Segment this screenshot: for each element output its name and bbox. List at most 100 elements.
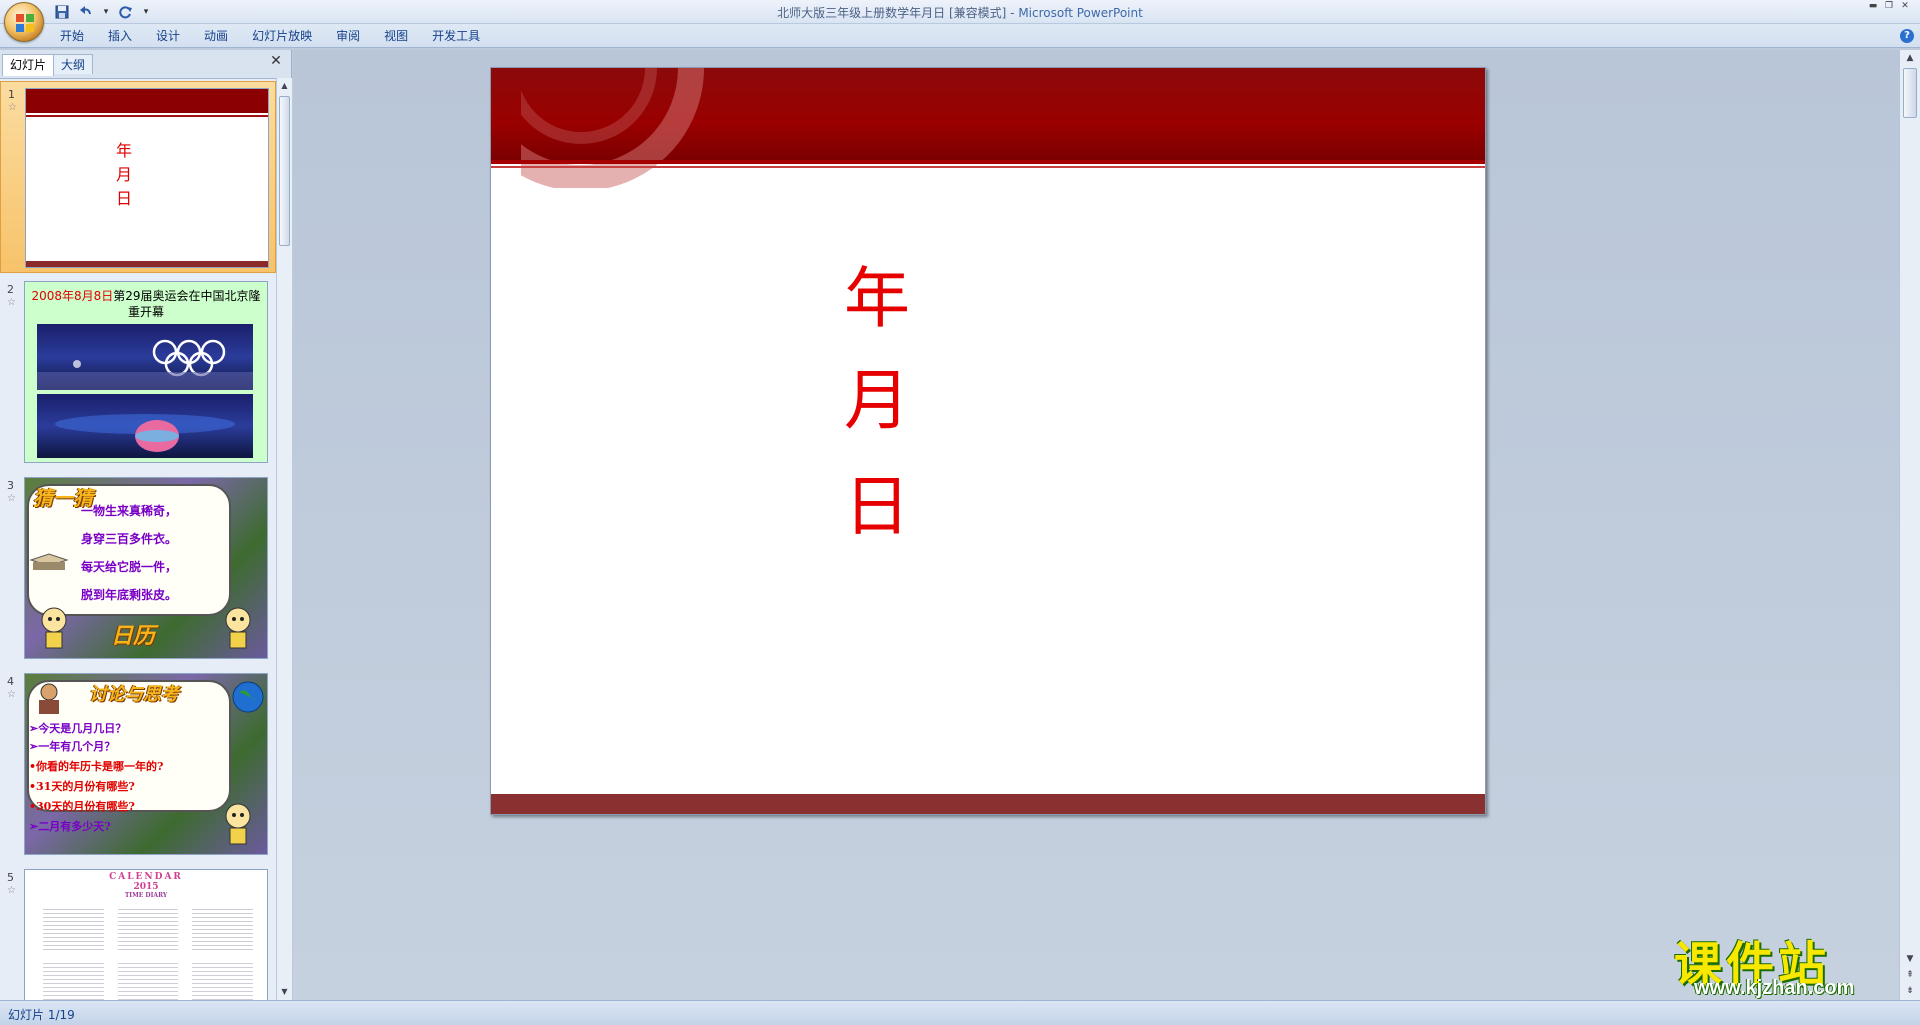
close-icon[interactable]: ✕ xyxy=(1898,0,1912,12)
tab-view[interactable]: 视图 xyxy=(372,24,420,48)
cartoon-character-icon xyxy=(225,607,251,649)
thumbnail-slide-3[interactable]: 猜一猜 一物生来真稀奇， 身穿三百多件衣。 每天给它脱一件， 脱到年底剩张皮。 … xyxy=(24,477,268,659)
thumbnail-row-2[interactable]: 2 ☆ 2008年8月8日第29届奥运会在中国北京隆重开幕 xyxy=(0,279,276,469)
thumbnail-footer-band xyxy=(26,261,268,267)
tab-insert[interactable]: 插入 xyxy=(96,24,144,48)
scroll-thumb[interactable] xyxy=(279,96,290,246)
question-line: •30天的月份有哪些? xyxy=(29,800,135,813)
scroll-up-icon[interactable]: ▲ xyxy=(278,79,291,93)
window-title-doc: 北师大版三年级上册数学年月日 [兼容模式] - xyxy=(777,6,1015,20)
slide-editing-area: 年 月 日 xyxy=(293,50,1899,1000)
thumbnail-number: 5 xyxy=(7,871,14,884)
watermark-url: www.kjzhan.com xyxy=(1694,977,1855,999)
ribbon-tabs: 开始 插入 设计 动画 幻灯片放映 审阅 视图 开发工具 xyxy=(48,24,492,48)
calendar-year: 2015 xyxy=(133,882,159,892)
transition-star-icon: ☆ xyxy=(7,297,16,308)
thumbnail-title-char: 日 xyxy=(115,189,132,208)
thumbnail-slide-2-title: 2008年8月8日第29届奥运会在中国北京隆重开幕 xyxy=(31,288,261,320)
globe-stage-icon xyxy=(55,414,235,452)
tab-slides[interactable]: 幻灯片 xyxy=(2,54,55,76)
calendar-title: CALENDAR xyxy=(109,872,183,882)
minimize-icon[interactable]: ▬ xyxy=(1866,0,1880,12)
wordart-calendar: 日历 xyxy=(111,623,156,649)
question-line: ➢二月有多少天? xyxy=(29,820,111,833)
calendar-month xyxy=(43,906,104,950)
thumbnail-number: 4 xyxy=(7,675,14,688)
thumbnails-scrollbar[interactable]: ▲ ▼ xyxy=(276,78,292,1000)
title-text: 第29届奥运会在中国北京隆重开幕 xyxy=(113,289,261,319)
window-title: 北师大版三年级上册数学年月日 [兼容模式] - Microsoft PowerP… xyxy=(0,4,1920,21)
thumbnail-row-5[interactable]: 5 ☆ CALENDAR 2015 TIME DIARY xyxy=(0,867,276,1000)
calendar-month xyxy=(192,960,253,1000)
calendar-subtitle: TIME DIARY xyxy=(124,892,168,899)
calendar-grid xyxy=(43,906,253,1000)
thumbnail-number: 3 xyxy=(7,479,14,492)
transition-star-icon: ☆ xyxy=(8,102,17,113)
panel-tabs: 幻灯片 大纲 xyxy=(2,54,94,76)
calendar-month xyxy=(43,960,104,1000)
slide-scrollbar[interactable]: ▲ ▼ ⇞ ⇟ xyxy=(1899,50,1920,1000)
tab-slideshow[interactable]: 幻灯片放映 xyxy=(240,24,324,48)
olympic-rings-image xyxy=(37,324,253,390)
thumbnail-row-4[interactable]: 4 ☆ 讨论与思考 ➢今天是几月几日？ ➢一年有几个月？ •你看的年历卡是哪一年… xyxy=(0,671,276,861)
thumbnail-slide-2[interactable]: 2008年8月8日第29届奥运会在中国北京隆重开幕 xyxy=(24,281,268,463)
restore-icon[interactable]: ❐ xyxy=(1882,0,1896,12)
opening-ceremony-image xyxy=(37,394,253,458)
riddle-line: 身穿三百多件衣。 xyxy=(81,532,178,546)
thumbnail-slide-1[interactable]: 年 月 日 xyxy=(25,88,269,268)
question-line: ➢一年有几个月？ xyxy=(29,740,116,753)
slide-thumbnails: 1 ☆ 年 月 日 2 ☆ 2008年8月8日第29届奥运会在中国北京隆重开幕 xyxy=(0,78,276,1000)
thumbnail-number: 1 xyxy=(8,88,15,101)
thumbnail-header-line xyxy=(26,115,268,117)
ribbon: 开始 插入 设计 动画 幻灯片放映 审阅 视图 开发工具 ? xyxy=(0,24,1920,48)
globe-icon xyxy=(232,681,264,713)
tab-design[interactable]: 设计 xyxy=(144,24,192,48)
calendar-month xyxy=(192,906,253,950)
question-line: •你看的年历卡是哪一年的? xyxy=(29,760,164,773)
thumbnail-title-char: 月 xyxy=(115,165,132,184)
transition-star-icon: ☆ xyxy=(7,689,16,700)
scroll-thumb[interactable] xyxy=(1903,68,1917,118)
title-date: 2008年8月8日 xyxy=(31,289,114,303)
scroll-up-icon[interactable]: ▲ xyxy=(1903,51,1917,65)
slide-header-line xyxy=(491,166,1485,168)
tab-review[interactable]: 审阅 xyxy=(324,24,372,48)
slide-indicator: 幻灯片 1/19 xyxy=(8,1008,75,1022)
slide-title-char[interactable]: 年 xyxy=(844,266,910,332)
office-logo-icon xyxy=(16,14,34,32)
help-icon[interactable]: ? xyxy=(1900,29,1914,43)
office-button[interactable] xyxy=(4,2,44,42)
slide-header-line xyxy=(491,160,1485,164)
riddle-line: 脱到年底剩张皮。 xyxy=(81,588,178,602)
slide-header-band xyxy=(491,68,1485,188)
calendar-month xyxy=(117,906,179,950)
thumbnail-header-band xyxy=(26,89,268,113)
title-bar: ▾ ▾ 北师大版三年级上册数学年月日 [兼容模式] - Microsoft Po… xyxy=(0,0,1920,24)
thumbnail-slide-4[interactable]: 讨论与思考 ➢今天是几月几日？ ➢一年有几个月？ •你看的年历卡是哪一年的? •… xyxy=(24,673,268,855)
tab-home[interactable]: 开始 xyxy=(48,24,96,48)
transition-star-icon: ☆ xyxy=(7,885,16,896)
book-icon xyxy=(29,553,69,570)
scroll-down-icon[interactable]: ▼ xyxy=(278,985,291,999)
tab-outline[interactable]: 大纲 xyxy=(53,54,94,74)
next-slide-icon[interactable]: ⇟ xyxy=(1903,984,1917,998)
riddle-line: 每天给它脱一件， xyxy=(81,560,178,574)
wordart-discussion: 讨论与思考 xyxy=(89,684,179,705)
thumbnail-row-1[interactable]: 1 ☆ 年 月 日 xyxy=(0,81,276,273)
scroll-down-icon[interactable]: ▼ xyxy=(1903,952,1917,966)
calendar-month xyxy=(117,960,179,1000)
previous-slide-icon[interactable]: ⇞ xyxy=(1903,968,1917,982)
tab-developer[interactable]: 开发工具 xyxy=(420,24,492,48)
tab-animations[interactable]: 动画 xyxy=(192,24,240,48)
close-panel-icon[interactable]: ✕ xyxy=(269,54,283,68)
status-bar: 幻灯片 1/19 xyxy=(0,1000,1920,1025)
thumbnail-slide-5[interactable]: CALENDAR 2015 TIME DIARY xyxy=(24,869,268,1000)
current-slide[interactable]: 年 月 日 xyxy=(490,67,1486,815)
slide-title-char[interactable]: 月 xyxy=(844,368,910,434)
olympic-rings-icon xyxy=(37,339,253,390)
riddle-line: 一物生来真稀奇， xyxy=(81,504,178,518)
thumbnail-row-3[interactable]: 3 ☆ 猜一猜 一物生来真稀奇， 身穿三百多件衣。 每天给它脱一件， 脱到年底剩… xyxy=(0,475,276,665)
window-title-app: Microsoft PowerPoint xyxy=(1018,6,1143,20)
slide-title-char[interactable]: 日 xyxy=(844,474,910,540)
transition-star-icon: ☆ xyxy=(7,493,16,504)
